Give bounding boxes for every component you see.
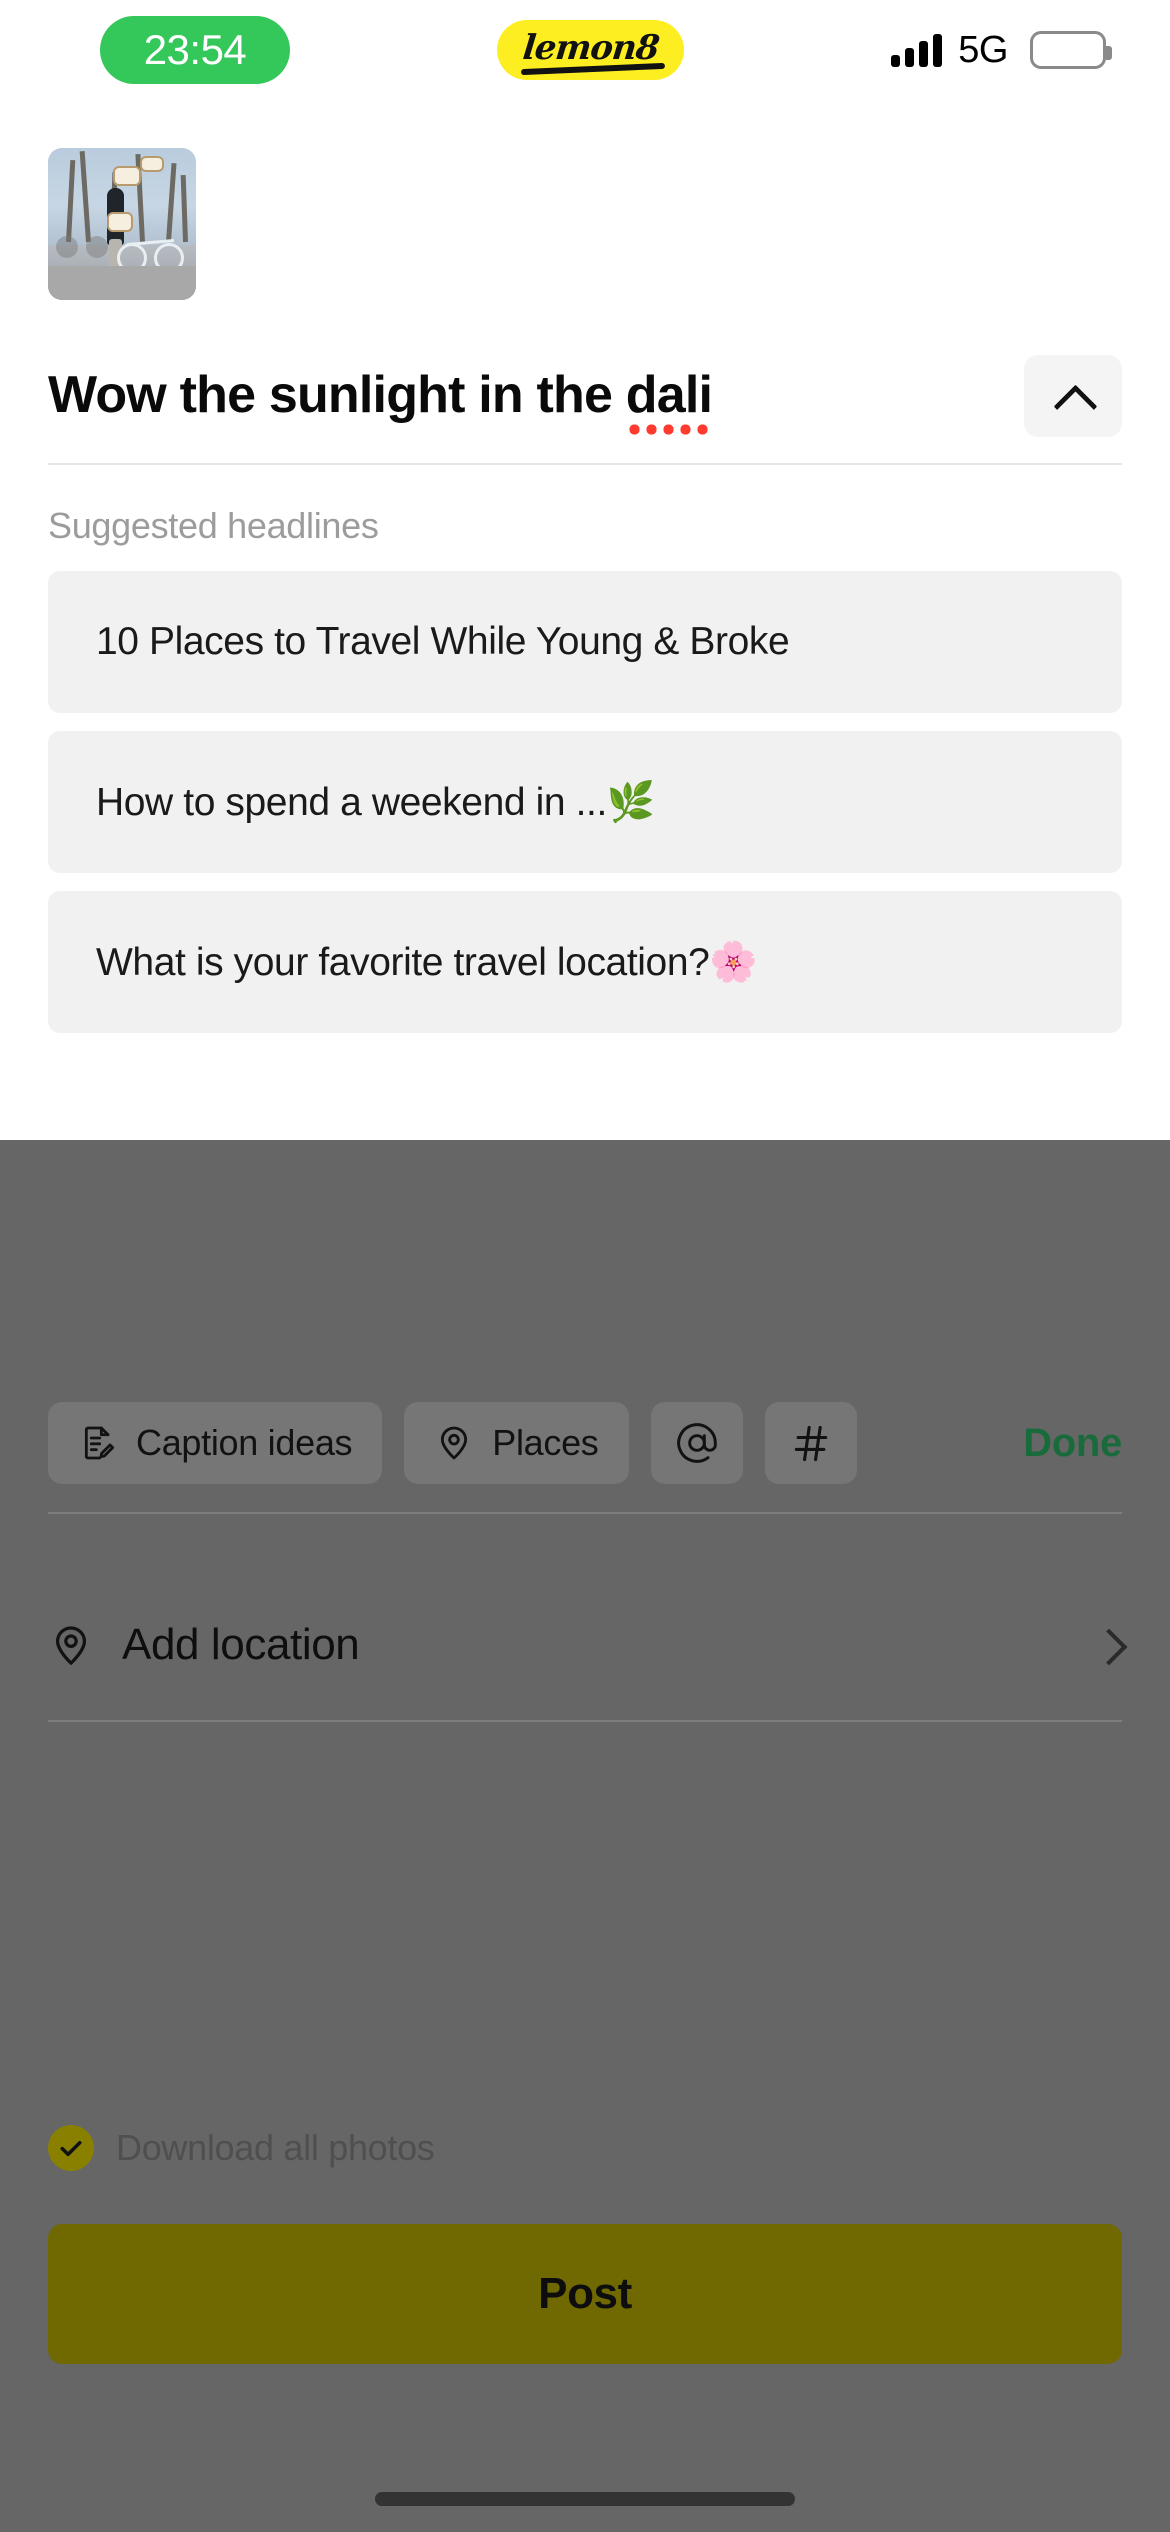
post-title-prefix: Wow the sunlight in the xyxy=(48,366,626,425)
status-indicators: 5G xyxy=(891,28,1112,72)
network-type-label: 5G xyxy=(958,28,1008,71)
title-row: Wow the sunlight in the dali xyxy=(48,355,1122,439)
collapse-button[interactable] xyxy=(1024,355,1122,437)
places-button[interactable]: Places xyxy=(404,1402,629,1484)
chevron-right-icon xyxy=(1096,1632,1122,1658)
add-location-label: Add location xyxy=(122,1620,360,1669)
toolbar-divider xyxy=(48,1512,1122,1514)
app-logo: lemon8 xyxy=(496,20,685,80)
list-item[interactable]: How to spend a weekend in ...🌿 xyxy=(48,731,1122,873)
list-item[interactable]: What is your favorite travel location?🌸 xyxy=(48,891,1122,1033)
home-indicator[interactable] xyxy=(375,2492,795,2506)
headline-text: What is your favorite travel location?🌸 xyxy=(96,941,758,984)
headline-text: 10 Places to Travel While Young & Broke xyxy=(96,620,790,663)
caption-ideas-button[interactable]: Caption ideas xyxy=(48,1402,383,1484)
post-title[interactable]: Wow the sunlight in the dali xyxy=(48,366,713,439)
download-all-photos-row[interactable]: Download all photos xyxy=(48,2125,435,2171)
thumbnail-row xyxy=(48,148,196,300)
status-bar: 23:54 lemon8 5G xyxy=(0,0,1170,100)
places-label: Places xyxy=(492,1422,599,1463)
list-item[interactable]: 10 Places to Travel While Young & Broke xyxy=(48,571,1122,713)
document-edit-icon xyxy=(78,1423,118,1463)
post-button-label: Post xyxy=(538,2269,632,2318)
check-icon[interactable] xyxy=(48,2125,94,2171)
status-time: 23:54 xyxy=(100,16,290,84)
hashtag-icon xyxy=(789,1421,833,1465)
battery-full-icon xyxy=(1030,31,1112,69)
headline-text: How to spend a weekend in ...🌿 xyxy=(96,781,656,824)
thumbnail-bottom-bar xyxy=(48,266,196,300)
caption-ideas-label: Caption ideas xyxy=(136,1422,353,1463)
signal-bars-icon xyxy=(891,33,943,67)
at-sign-icon xyxy=(675,1421,719,1465)
location-divider xyxy=(48,1720,1122,1722)
download-all-photos-label: Download all photos xyxy=(116,2127,435,2168)
add-location-row[interactable]: Add location xyxy=(48,1570,1122,1720)
map-pin-icon xyxy=(434,1423,474,1463)
post-title-misspelled-word: dali xyxy=(625,366,713,439)
composer-toolbar: Caption ideas Places Done xyxy=(48,1402,1122,1484)
title-divider xyxy=(48,463,1122,465)
done-button[interactable]: Done xyxy=(1023,1421,1122,1466)
suggested-headlines-list: 10 Places to Travel While Young & Broke … xyxy=(48,571,1122,1051)
app-logo-text: lemon8 xyxy=(520,28,661,68)
post-photo-thumbnail[interactable] xyxy=(48,148,196,300)
map-pin-icon xyxy=(48,1622,94,1668)
hashtag-button[interactable] xyxy=(764,1402,857,1484)
mention-button[interactable] xyxy=(650,1402,743,1484)
chevron-up-icon xyxy=(1056,379,1090,413)
suggested-headlines-label: Suggested headlines xyxy=(48,505,379,546)
post-button[interactable]: Post xyxy=(48,2224,1122,2364)
